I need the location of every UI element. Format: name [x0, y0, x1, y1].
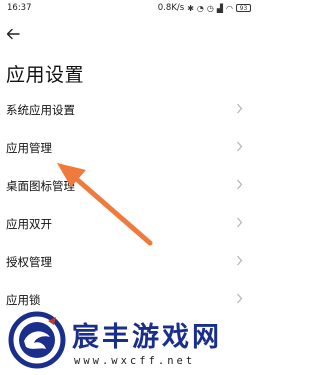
status-time: 16:37 — [7, 3, 32, 13]
list-item-label: 桌面图标管理 — [6, 179, 75, 193]
chevron-right-icon — [237, 255, 243, 266]
chevron-right-icon — [237, 141, 243, 152]
list-item-permissions[interactable]: 授权管理 — [0, 242, 257, 280]
list-item-label: 应用双开 — [6, 217, 52, 231]
status-icons: 0.8K/s ✱ ◔ ◷ ▟ ◠ 93 — [158, 3, 251, 13]
list-item-label: 授权管理 — [6, 255, 52, 269]
dragon-logo-icon — [8, 311, 66, 369]
watermark-url: www.wxcff.net — [74, 355, 196, 367]
bluetooth-icon: ✱ — [187, 3, 194, 13]
list-item-system-app-settings[interactable]: 系统应用设置 — [0, 90, 257, 128]
page-title: 应用设置 — [6, 64, 85, 86]
list-item-label: 系统应用设置 — [6, 103, 75, 117]
status-bar: 16:37 0.8K/s ✱ ◔ ◷ ▟ ◠ 93 — [0, 0, 257, 18]
chevron-right-icon — [237, 179, 243, 190]
mute-icon: ◔ — [196, 3, 204, 13]
list-item-app-management[interactable]: 应用管理 — [0, 128, 257, 166]
settings-list: 系统应用设置 应用管理 桌面图标管理 应用双开 授权管理 应用锁 — [0, 90, 257, 318]
chevron-right-icon — [237, 293, 243, 304]
network-speed: 0.8K/s — [157, 3, 185, 13]
list-item-label: 应用管理 — [6, 141, 52, 155]
chevron-right-icon — [237, 103, 243, 114]
watermark-name: 宸丰游戏网 — [72, 322, 222, 353]
battery-icon: 93 — [236, 4, 251, 12]
signal-icon: ▟ — [216, 3, 224, 13]
arrow-left-icon[interactable] — [4, 25, 22, 43]
alarm-icon: ◷ — [206, 3, 214, 13]
wifi-icon: ◠ — [226, 3, 233, 13]
chevron-right-icon — [237, 217, 243, 228]
list-item-desktop-icon-management[interactable]: 桌面图标管理 — [0, 166, 257, 204]
list-item-dual-apps[interactable]: 应用双开 — [0, 204, 257, 242]
watermark: 宸丰游戏网 www.wxcff.net — [0, 305, 257, 375]
